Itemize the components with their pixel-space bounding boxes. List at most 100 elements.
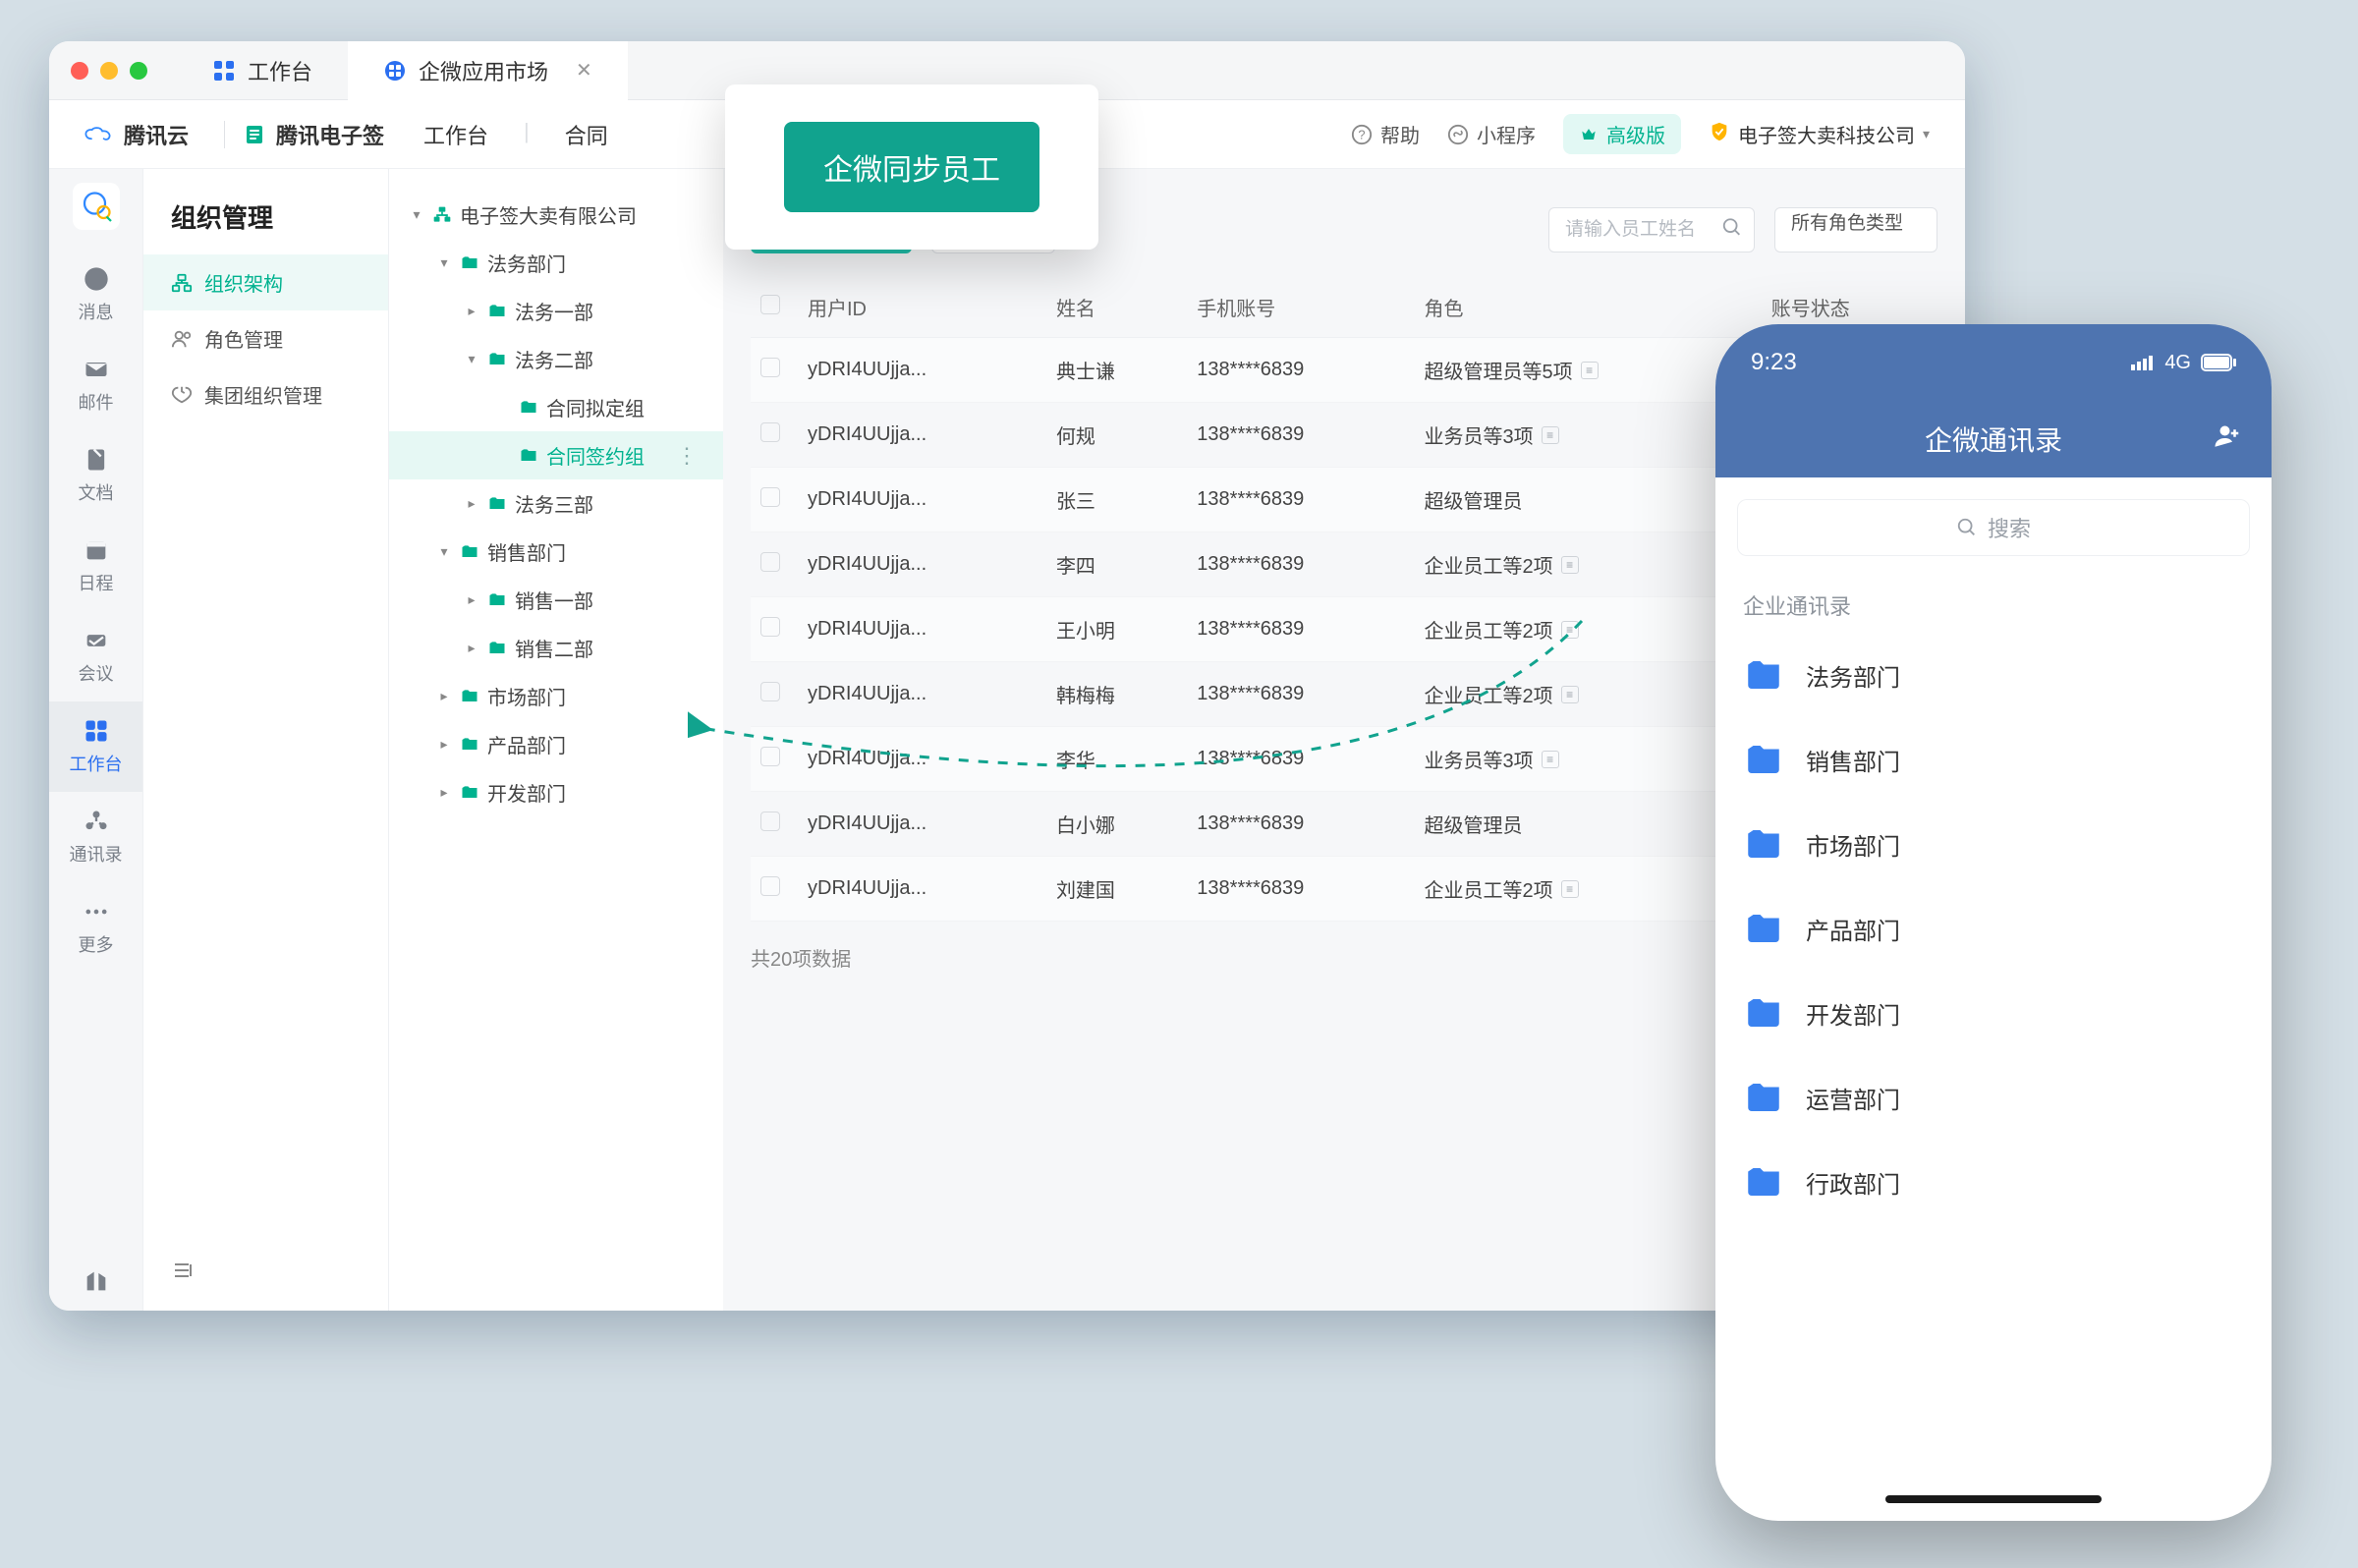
more-icon[interactable]: ⋮ [676,443,698,469]
add-user-icon[interactable] [2213,421,2242,458]
cell-phone: 138****6839 [1187,662,1414,727]
phone-dept-item[interactable]: 市场部门 [1715,802,2272,886]
tree-root[interactable]: ▾电子签大卖有限公司 [389,191,723,239]
close-window-icon[interactable] [71,62,88,80]
tree-node[interactable]: ▸法务一部 [389,287,723,335]
rail-meeting[interactable]: 会议 [49,611,142,701]
phone-dept-item[interactable]: 产品部门 [1715,886,2272,971]
divider [224,121,225,148]
row-checkbox[interactable] [760,422,780,442]
role-list-icon[interactable]: ≡ [1561,556,1579,574]
nav-links: 工作台 | 合同 [423,119,608,150]
brand-esign[interactable]: 腾讯电子签 [243,119,384,150]
row-checkbox[interactable] [760,812,780,831]
cell-role: 企业员工等2项 ≡ [1424,550,1751,579]
maximize-window-icon[interactable] [130,62,147,80]
tree-leaf[interactable]: 合同拟定组 [389,383,723,431]
cell-uid: yDRI4UUjja... [798,532,1046,597]
tab-app-market[interactable]: 企微应用市场 ✕ [348,41,628,100]
checkbox-all[interactable] [760,295,780,314]
minimize-window-icon[interactable] [100,62,118,80]
svg-text:?: ? [1358,127,1365,141]
cell-name: 李华 [1046,727,1187,792]
tree-node[interactable]: ▸销售二部 [389,624,723,672]
sync-popup-button[interactable]: 企微同步员工 [784,122,1039,212]
collapse-panel-icon[interactable] [143,1235,388,1311]
rail-workspace[interactable]: 工作台 [49,701,142,792]
row-checkbox[interactable] [760,617,780,637]
tree-node[interactable]: ▸开发部门 [389,768,723,816]
phone-search-input[interactable]: 搜索 [1737,499,2250,556]
premium-badge[interactable]: 高级版 [1563,114,1681,154]
row-checkbox[interactable] [760,682,780,701]
role-filter-select[interactable]: 所有角色类型 [1774,207,1937,252]
cell-phone: 138****6839 [1187,857,1414,922]
help-button[interactable]: ? 帮助 [1351,120,1420,148]
cell-role: 超级管理员 [1424,810,1751,838]
folder-icon [1743,1077,1784,1118]
role-list-icon[interactable]: ≡ [1561,686,1579,703]
search-icon [1721,217,1743,244]
tree-node[interactable]: ▾法务部门 [389,239,723,287]
rail-docs[interactable]: 文档 [49,430,142,521]
phone-section-label: 企业通讯录 [1715,578,2272,633]
cell-role: 企业员工等2项 ≡ [1424,874,1751,903]
cell-role: 企业员工等2项 ≡ [1424,680,1751,708]
tree-node[interactable]: ▸销售一部 [389,576,723,624]
role-list-icon[interactable]: ≡ [1561,880,1579,898]
row-checkbox[interactable] [760,358,780,377]
folder-icon [1743,908,1784,949]
cell-role: 超级管理员 [1424,485,1751,514]
lp-group-org[interactable]: 集团组织管理 [143,366,388,422]
brand-text: 腾讯云 [124,119,189,150]
role-list-icon[interactable]: ≡ [1542,751,1559,768]
col-name: 姓名 [1046,277,1187,338]
nav-contract[interactable]: 合同 [565,119,608,150]
row-checkbox[interactable] [760,747,780,766]
org-selector[interactable]: 电子签大卖科技公司 ▾ [1709,120,1930,148]
lp-role-mgmt[interactable]: 角色管理 [143,310,388,366]
role-list-icon[interactable]: ≡ [1542,426,1559,444]
cell-name: 典士谦 [1046,338,1187,403]
phone-dept-item[interactable]: 运营部门 [1715,1055,2272,1140]
rail-messages[interactable]: 消息 [49,250,142,340]
close-tab-icon[interactable]: ✕ [576,58,592,83]
phone-dept-item[interactable]: 行政部门 [1715,1140,2272,1224]
phone-dept-item[interactable]: 销售部门 [1715,717,2272,802]
row-checkbox[interactable] [760,876,780,896]
rail-contacts[interactable]: 通讯录 [49,792,142,882]
phone-dept-list: 法务部门销售部门市场部门产品部门开发部门运营部门行政部门 [1715,633,2272,1224]
phone-header: 企微通讯录 [1715,401,2272,477]
cell-phone: 138****6839 [1187,532,1414,597]
tab-workspace[interactable]: 工作台 [177,41,348,100]
cell-role: 超级管理员等5项 ≡ [1424,356,1751,384]
col-uid: 用户ID [798,277,1046,338]
tree-leaf-selected[interactable]: 合同签约组⋮ [389,431,723,479]
cell-phone: 138****6839 [1187,792,1414,857]
rail-calendar[interactable]: 日程 [49,521,142,611]
nav-workspace[interactable]: 工作台 [423,119,488,150]
miniprogram-button[interactable]: 小程序 [1447,120,1536,148]
shield-icon [1709,121,1730,148]
phone-dept-item[interactable]: 法务部门 [1715,633,2272,717]
phone-dept-item[interactable]: 开发部门 [1715,971,2272,1055]
cell-name: 张三 [1046,468,1187,532]
lp-org-structure[interactable]: 组织架构 [143,254,388,310]
row-checkbox[interactable] [760,487,780,507]
brand-tencent-cloud[interactable]: 腾讯云 [84,119,189,150]
app-bar-right: ? 帮助 小程序 高级版 电子签大卖科技公司 ▾ [1351,114,1930,154]
col-role: 角色 [1414,277,1761,338]
app-avatar-icon[interactable] [73,183,120,230]
tree-node[interactable]: ▸法务三部 [389,479,723,528]
rail-building-icon[interactable] [49,1252,142,1311]
tree-node[interactable]: ▾法务二部 [389,335,723,383]
rail-more[interactable]: 更多 [49,882,142,973]
phone-title: 企微通讯录 [1925,420,2062,459]
tree-node[interactable]: ▸产品部门 [389,720,723,768]
role-list-icon[interactable]: ≡ [1561,621,1579,639]
tree-node[interactable]: ▸市场部门 [389,672,723,720]
row-checkbox[interactable] [760,552,780,572]
tree-node[interactable]: ▾销售部门 [389,528,723,576]
role-list-icon[interactable]: ≡ [1581,362,1599,379]
rail-mail[interactable]: 邮件 [49,340,142,430]
